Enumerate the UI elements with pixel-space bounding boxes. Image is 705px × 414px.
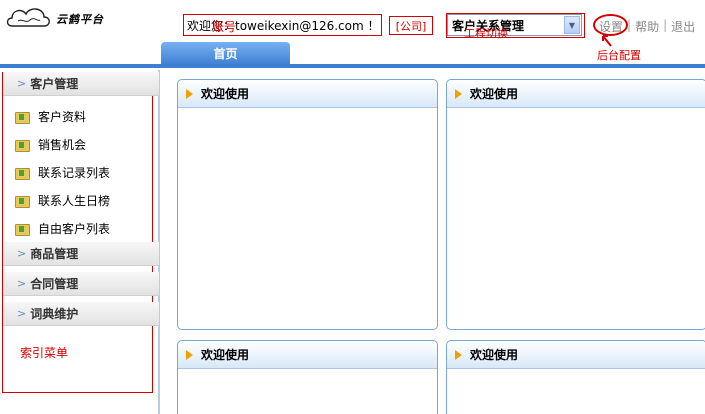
folder-icon xyxy=(15,110,30,124)
help-link[interactable]: 帮助 xyxy=(635,18,659,35)
logo: 云鹤平台 xyxy=(4,3,116,35)
chevron-right-icon: > xyxy=(17,277,27,290)
dropdown-arrow-icon[interactable]: ▼ xyxy=(564,16,580,34)
triangle-icon xyxy=(186,349,193,360)
sidebar-group-label: 合同管理 xyxy=(30,277,79,291)
tab-bar xyxy=(0,64,705,68)
settings-annotation: 后台配置 xyxy=(597,49,641,62)
welcome-panel: 欢迎使用 xyxy=(177,340,438,414)
triangle-icon xyxy=(455,349,462,360)
welcome-panel: 欢迎使用 xyxy=(177,79,438,330)
panel-title: 欢迎使用 xyxy=(470,348,519,362)
sidebar-group-products[interactable]: > 商品管理 xyxy=(3,242,159,266)
panel-header: 欢迎使用 xyxy=(447,341,705,369)
panel-header: 欢迎使用 xyxy=(178,80,437,108)
sidebar-group-contracts[interactable]: > 合同管理 xyxy=(3,272,159,296)
sidebar-item-label: 销售机会 xyxy=(38,137,87,152)
folder-icon xyxy=(15,166,30,180)
sidebar-group-label: 客户管理 xyxy=(30,77,79,91)
sidebar-item-birthday-list[interactable]: 联系人生日榜 xyxy=(15,190,110,210)
company-link[interactable]: [公司] xyxy=(389,16,433,35)
panel-title: 欢迎使用 xyxy=(201,87,250,101)
panel-header: 欢迎使用 xyxy=(447,80,705,108)
chevron-right-icon: > xyxy=(17,307,27,320)
triangle-icon xyxy=(186,88,193,99)
sidebar-group-dictionary[interactable]: > 词典维护 xyxy=(3,302,159,326)
chevron-right-icon: > xyxy=(17,77,27,90)
folder-icon xyxy=(15,222,30,236)
tab-home[interactable]: 首页 xyxy=(161,42,290,65)
folder-icon xyxy=(15,138,30,152)
welcome-panel: 欢迎使用 xyxy=(446,340,705,414)
sidebar-item-label: 客户资料 xyxy=(38,109,87,124)
annotation-arrow-icon xyxy=(602,35,612,47)
index-menu-annotation: 索引菜单 xyxy=(20,346,69,360)
cloud-logo-icon xyxy=(6,8,50,27)
sidebar-group-customer[interactable]: > 客户管理 xyxy=(3,72,159,96)
project-annotation: 工程切换 xyxy=(464,27,508,40)
link-separator: | xyxy=(663,18,668,32)
account-annotation: 账号 xyxy=(212,20,237,34)
sidebar-group-label: 商品管理 xyxy=(30,247,79,261)
folder-icon xyxy=(15,194,30,208)
sidebar-item-free-customers[interactable]: 自由客户列表 xyxy=(15,218,110,238)
sidebar-item-customer-info[interactable]: 客户资料 xyxy=(15,106,86,126)
sidebar-group-label: 词典维护 xyxy=(30,307,79,321)
logout-link[interactable]: 退出 xyxy=(671,18,695,35)
sidebar-item-label: 联系人生日榜 xyxy=(38,193,111,208)
sidebar-item-label: 自由客户列表 xyxy=(38,221,111,236)
chevron-right-icon: > xyxy=(17,247,27,260)
panel-title: 欢迎使用 xyxy=(470,87,519,101)
sidebar-item-contact-records[interactable]: 联系记录列表 xyxy=(15,162,110,182)
sidebar-item-sales-opportunity[interactable]: 销售机会 xyxy=(15,134,86,154)
panel-header: 欢迎使用 xyxy=(178,341,437,369)
welcome-panel: 欢迎使用 xyxy=(446,79,705,330)
panel-title: 欢迎使用 xyxy=(201,348,250,362)
sidebar-item-label: 联系记录列表 xyxy=(38,165,111,180)
triangle-icon xyxy=(455,88,462,99)
logo-text: 云鹤平台 xyxy=(56,13,104,26)
